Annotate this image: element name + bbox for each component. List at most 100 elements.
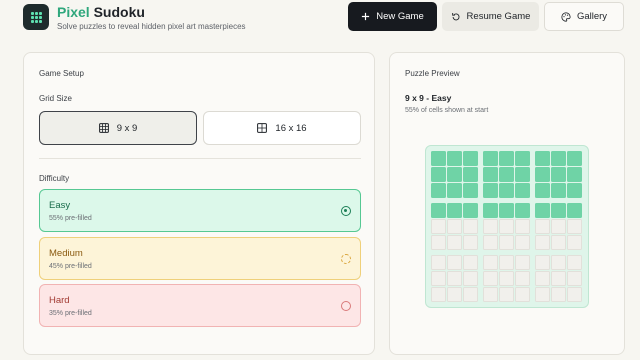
board-cell [534, 235, 550, 251]
resume-game-label: Resume Game [466, 11, 531, 22]
board-cell [447, 235, 463, 251]
board-cell [463, 254, 479, 270]
board-cell [515, 235, 531, 251]
board-cell [567, 287, 582, 302]
board-cell [550, 235, 566, 251]
difficulty-easy-label: Easy [49, 200, 71, 211]
board-cell [515, 270, 531, 286]
board-cell [482, 202, 498, 218]
board-cell [515, 254, 531, 270]
grid-size-label: Grid Size [39, 94, 72, 103]
board-cell [534, 287, 550, 302]
board-cell [447, 270, 463, 286]
board-cell [499, 183, 514, 199]
app-logo-icon [23, 4, 49, 30]
difficulty-hard-option[interactable]: Hard 35% pre-filled [39, 284, 361, 327]
difficulty-easy-detail: 55% pre-filled [49, 215, 92, 222]
board-cell [431, 167, 446, 183]
logo-dot [31, 16, 34, 19]
logo-dot [31, 20, 34, 23]
board-cell [463, 235, 479, 251]
board-cell [463, 287, 479, 302]
board-cell [463, 202, 479, 218]
board-cell [567, 270, 582, 286]
logo-dot [35, 20, 38, 23]
board-cell [515, 167, 531, 183]
difficulty-hard-label: Hard [49, 295, 70, 306]
palette-icon [561, 11, 571, 22]
resume-game-button[interactable]: Resume Game [442, 2, 539, 31]
board-cell [534, 254, 550, 270]
new-game-button[interactable]: New Game [348, 2, 437, 31]
game-setup-title: Game Setup [39, 69, 84, 78]
board-cell [482, 270, 498, 286]
board-cell [463, 183, 479, 199]
board-cell [447, 202, 463, 218]
preview-board-frame [425, 145, 589, 308]
board-cell [463, 167, 479, 183]
grid-size-9x9-label: 9 x 9 [116, 122, 138, 134]
board-cell [499, 167, 514, 183]
board-cell [482, 287, 498, 302]
puzzle-preview-panel: Puzzle Preview 9 x 9 - Easy 55% of cells… [389, 52, 625, 355]
board-cell [463, 151, 479, 166]
logo-dot [31, 12, 34, 15]
board-cell [499, 270, 514, 286]
board-cell [515, 287, 531, 302]
board-cell [499, 151, 514, 166]
board-cell [550, 219, 566, 234]
app-subtitle: Solve puzzles to reveal hidden pixel art… [57, 22, 246, 31]
difficulty-medium-option[interactable]: Medium 45% pre-filled [39, 237, 361, 280]
plus-icon [362, 12, 370, 21]
board-cell [431, 183, 446, 199]
board-cell [431, 151, 446, 166]
board-cell [534, 183, 550, 199]
board-cell [567, 202, 582, 218]
difficulty-label: Difficulty [39, 174, 70, 183]
board-cell [482, 254, 498, 270]
board-cell [447, 219, 463, 234]
rotate-ccw-icon [451, 12, 460, 20]
logo-dot [39, 20, 42, 23]
puzzle-preview-title: Puzzle Preview [405, 69, 460, 78]
grid-size-16x16-label: 16 x 16 [275, 122, 307, 134]
board-cell [515, 219, 531, 234]
board-cell [447, 167, 463, 183]
logo-dot [39, 12, 42, 15]
board-cell [567, 254, 582, 270]
board-cell [463, 270, 479, 286]
board-cell [567, 219, 582, 234]
board-cell [463, 219, 479, 234]
board-cell [431, 235, 446, 251]
board-cell [534, 270, 550, 286]
app-title-rest: Sudoku [93, 4, 145, 20]
board-cell [550, 254, 566, 270]
board-cell [447, 287, 463, 302]
board-cell [567, 151, 582, 166]
radio-unselected-icon[interactable] [341, 254, 351, 264]
grid-size-16x16-option[interactable]: 16 x 16 [203, 111, 361, 145]
board-cell [431, 270, 446, 286]
board-cell [550, 202, 566, 218]
grid-icon [98, 123, 109, 133]
grid-size-9x9-option[interactable]: 9 x 9 [39, 111, 197, 145]
board-cell [567, 235, 582, 251]
board-cell [534, 219, 550, 234]
app-title-accent: Pixel [57, 4, 90, 20]
difficulty-easy-option[interactable]: Easy 55% pre-filled [39, 189, 361, 232]
logo-dot [39, 16, 42, 19]
board-cell [431, 219, 446, 234]
app-header: Pixel Sudoku Solve puzzles to reveal hid… [0, 0, 640, 40]
board-cell [515, 183, 531, 199]
board-cell [431, 287, 446, 302]
board-cell [482, 235, 498, 251]
radio-unselected-icon[interactable] [341, 301, 351, 311]
board-cell [499, 254, 514, 270]
board-cell [447, 151, 463, 166]
gallery-button[interactable]: Gallery [544, 2, 624, 31]
board-cell [499, 235, 514, 251]
board-cell [499, 219, 514, 234]
board-cell [550, 151, 566, 166]
board-cell [550, 167, 566, 183]
radio-selected-icon[interactable] [341, 206, 351, 216]
